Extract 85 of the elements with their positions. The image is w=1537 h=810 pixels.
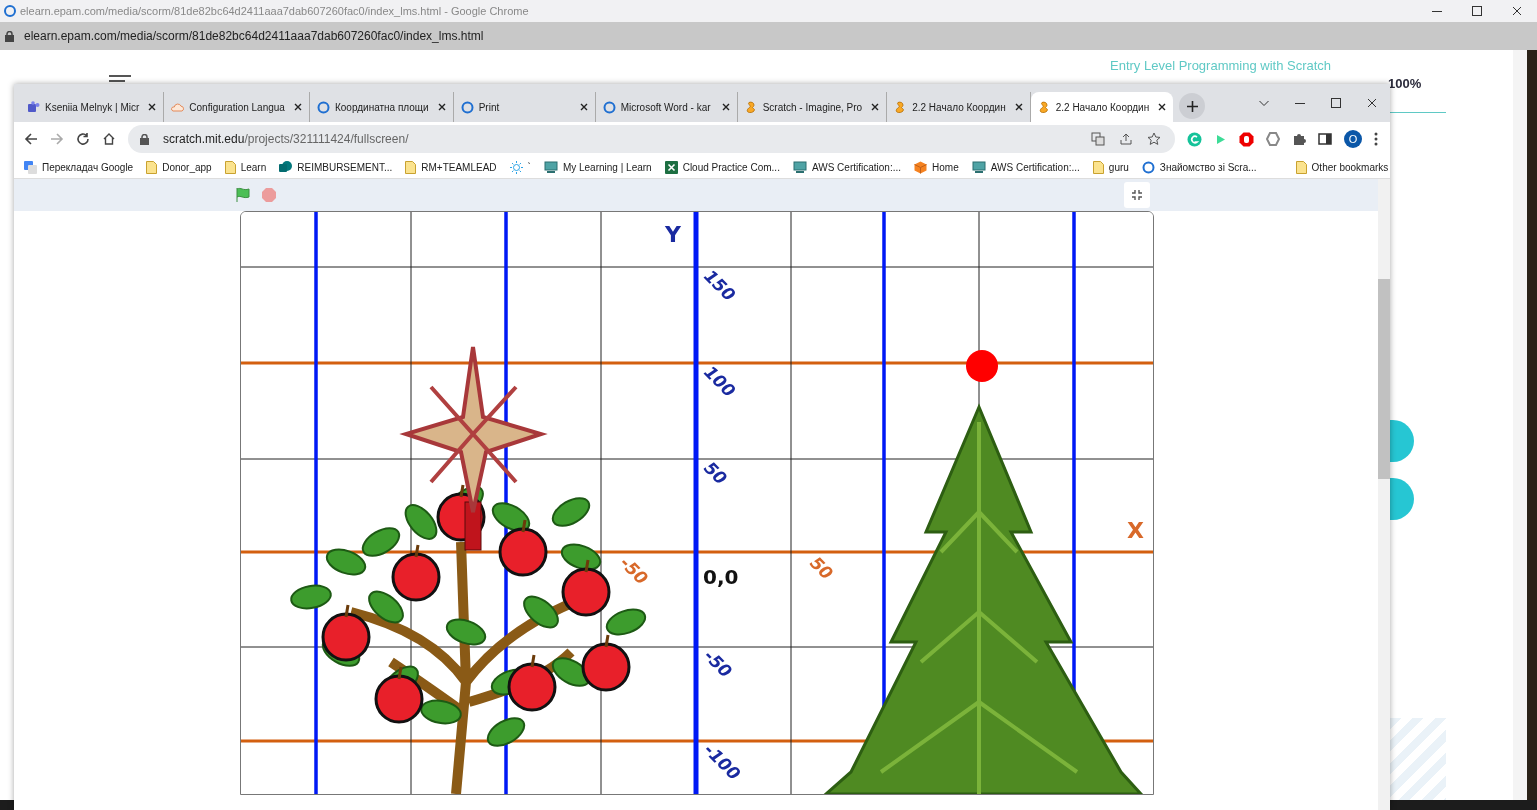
scrollbar[interactable] [1513, 50, 1527, 800]
close-tab-icon[interactable] [579, 103, 588, 111]
browser-icon [4, 5, 16, 17]
x-axis-label: X [1127, 518, 1144, 543]
new-tab-button[interactable] [1179, 93, 1206, 119]
back-icon[interactable] [24, 132, 38, 146]
lock-icon [140, 133, 149, 145]
lock-icon [5, 30, 14, 42]
close-tab-icon[interactable] [1014, 103, 1023, 111]
flag-icon[interactable] [235, 187, 251, 203]
bookmark[interactable]: Cloud Practice Com... [664, 160, 780, 174]
cube-icon [914, 160, 928, 174]
circle-icon [316, 100, 330, 114]
profile-avatar[interactable]: O [1344, 130, 1362, 148]
cloud-icon [171, 100, 185, 114]
bookmark[interactable]: Знайомство зі Scra... [1141, 160, 1257, 174]
shrink-icon [1131, 189, 1143, 201]
window-title: elearn.epam.com/media/scorm/81de82bc64d2411aaa7dab607260fac0/index_lms.html - Google Chrome [20, 5, 529, 17]
y-tick-label: 50 [700, 457, 732, 489]
close-tab-icon[interactable] [871, 103, 880, 111]
origin-label: 0,0 [703, 565, 739, 589]
reload-icon[interactable] [76, 132, 90, 146]
bookmark[interactable]: guru [1092, 160, 1129, 174]
x-tick-label: -50 [616, 552, 653, 589]
bookmark[interactable]: Перекладач Google [24, 160, 134, 174]
y-tick-label: -50 [700, 645, 737, 682]
cat-icon [744, 100, 758, 114]
bookmark[interactable]: ` [509, 160, 531, 174]
bookmark[interactable]: REIMBURSEMENT... [279, 160, 393, 174]
circle-icon [602, 100, 616, 114]
sun-icon [509, 160, 523, 174]
x-tick-label: 50 [806, 552, 838, 584]
folder-icon [1295, 160, 1307, 174]
y-tick-label: 150 [700, 265, 740, 305]
bookmark[interactable]: AWS Certification:... [971, 160, 1080, 174]
close-tab-icon[interactable] [721, 103, 730, 111]
browser-tab[interactable]: 2.2 Начало Координ [1030, 92, 1174, 122]
bookmark[interactable]: Home [914, 160, 959, 174]
close-tab-icon[interactable] [293, 103, 302, 111]
translate-icon [24, 160, 37, 174]
close-icon [1512, 6, 1522, 16]
target-point [966, 350, 998, 382]
spreadsheet-icon [664, 160, 678, 174]
address-bar[interactable]: elearn.epam.com/media/scorm/81de82bc64d2411aaa7dab607260fac0/index_lms.html [0, 22, 1537, 50]
monitor-icon [792, 160, 807, 174]
y-axis-label: Y [665, 222, 681, 247]
bookmark[interactable]: RM+TEAMLEAD [405, 160, 497, 174]
star-icon[interactable] [1147, 132, 1161, 146]
folder-icon [224, 160, 236, 174]
bookmark[interactable]: Learn [224, 160, 267, 174]
home-icon[interactable] [102, 132, 116, 146]
hexagon-icon[interactable] [1266, 132, 1280, 146]
folder-icon [146, 160, 158, 174]
next-button[interactable] [1390, 478, 1414, 520]
puzzle-icon[interactable] [1292, 132, 1306, 146]
stop-sign-icon[interactable] [1239, 131, 1254, 147]
url-text: elearn.epam.com/media/scorm/81de82bc64d2411aaa7dab607260fac0/index_lms.html [24, 29, 484, 43]
y-tick-label: 100 [700, 361, 740, 401]
monitor-icon [971, 160, 986, 174]
translate-icon[interactable] [1091, 132, 1105, 146]
circle-icon [460, 100, 474, 114]
share-icon[interactable] [1119, 132, 1133, 146]
cat-icon [1037, 100, 1051, 114]
monitor-icon [543, 160, 558, 174]
folder-icon [405, 160, 417, 174]
progress-text: 100% [1388, 76, 1422, 91]
plus-icon [1186, 100, 1198, 112]
close-tab-icon[interactable] [148, 103, 157, 111]
bookmark[interactable]: My Learning | Learn [543, 160, 652, 174]
folder-icon [1092, 160, 1104, 174]
side-panel-icon[interactable] [1318, 132, 1332, 146]
scrollbar[interactable] [1378, 179, 1390, 810]
address-bar[interactable]: scratch.mit.edu/projects/321111424/fullscreen/ [128, 125, 1175, 153]
bookmark[interactable]: AWS Certification:... [792, 160, 902, 174]
bookmark[interactable]: Donor_app [146, 160, 212, 174]
close-tab-icon[interactable] [1158, 103, 1167, 111]
close-tab-icon[interactable] [437, 103, 446, 111]
people-icon [27, 100, 40, 114]
more-menu-icon[interactable] [1374, 132, 1378, 146]
circle-icon [1141, 160, 1155, 174]
previous-button[interactable] [1390, 420, 1414, 462]
close-icon [1367, 98, 1377, 108]
url-text: scratch.mit.edu/projects/321111424/fullscreen/ [163, 132, 409, 146]
exit-fullscreen-button[interactable] [1124, 182, 1150, 208]
other-bookmarks[interactable]: Other bookmarks [1295, 160, 1389, 174]
